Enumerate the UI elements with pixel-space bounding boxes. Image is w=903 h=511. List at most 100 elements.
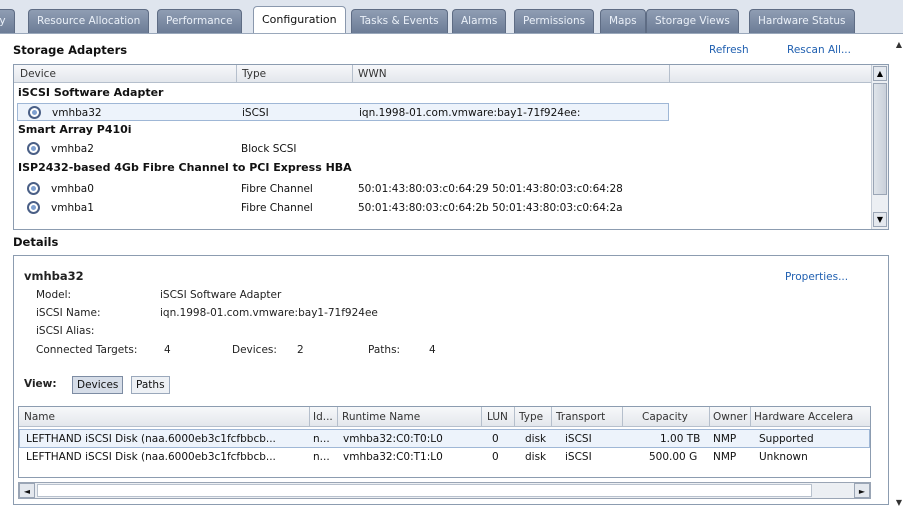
adapter-row-vmhba0[interactable]: vmhba0 Fibre Channel 50:01:43:80:03:c0:6…	[14, 180, 872, 198]
device-lun: 0	[492, 433, 499, 445]
adapter-device: vmhba0	[51, 183, 94, 195]
scroll-up-icon[interactable]: ▲	[873, 66, 887, 81]
col-lun[interactable]: LUN	[487, 411, 508, 423]
connected-targets-label: Connected Targets:	[36, 344, 138, 356]
devices-column-header: Name Id... Runtime Name LUN Type Transpo…	[19, 407, 870, 427]
device-owner: NMP	[713, 451, 737, 463]
tab-resource-allocation[interactable]: Resource Allocation	[28, 9, 150, 33]
view-label: View:	[24, 378, 57, 390]
tab-maps[interactable]: Maps	[600, 9, 646, 33]
devices-label: Devices:	[232, 344, 277, 356]
refresh-link[interactable]: Refresh	[709, 44, 749, 56]
col-id[interactable]: Id...	[313, 411, 333, 423]
col-wwn[interactable]: WWN	[358, 68, 387, 80]
device-name: LEFTHAND iSCSI Disk (naa.6000eb3c1fcfbbc…	[26, 433, 276, 445]
adapter-type: Fibre Channel	[241, 183, 313, 195]
device-hardware-acceleration: Unknown	[759, 451, 808, 463]
col-hardware-acceleration[interactable]: Hardware Accelera	[754, 411, 853, 423]
adapter-type: iSCSI	[242, 107, 269, 119]
tab-summary[interactable]: ry	[0, 9, 15, 33]
device-type: disk	[525, 451, 547, 463]
view-paths-button[interactable]: Paths	[131, 376, 170, 394]
tab-tasks-events[interactable]: Tasks & Events	[351, 9, 448, 33]
storage-adapters-list: Device Type WWN iSCSI Software Adapter v…	[13, 64, 889, 230]
adapter-icon	[27, 201, 40, 214]
scroll-thumb[interactable]	[37, 484, 812, 497]
adapter-group-fibre-channel: ISP2432-based 4Gb Fibre Channel to PCI E…	[18, 161, 352, 174]
col-type[interactable]: Type	[519, 411, 543, 423]
scroll-thumb[interactable]	[873, 83, 887, 195]
device-transport: iSCSI	[565, 433, 592, 445]
device-lun: 0	[492, 451, 499, 463]
details-adapter-name: vmhba32	[24, 269, 84, 283]
scroll-right-icon[interactable]: ►	[854, 483, 870, 498]
col-type[interactable]: Type	[242, 68, 266, 80]
adapter-wwn: iqn.1998-01.com.vmware:bay1-71f924ee:	[359, 107, 581, 119]
tab-hardware-status[interactable]: Hardware Status	[749, 9, 855, 33]
device-row[interactable]: LEFTHAND iSCSI Disk (naa.6000eb3c1fcfbbc…	[19, 448, 870, 467]
adapter-icon	[27, 182, 40, 195]
adapter-type: Block SCSI	[241, 143, 297, 155]
paths-label: Paths:	[368, 344, 401, 356]
devices-table: Name Id... Runtime Name LUN Type Transpo…	[18, 406, 871, 478]
storage-adapters-title: Storage Adapters	[13, 43, 128, 57]
devices-value: 2	[297, 344, 304, 356]
iscsi-alias-label: iSCSI Alias:	[36, 325, 95, 337]
tab-performance[interactable]: Performance	[157, 9, 242, 33]
device-type: disk	[525, 433, 547, 445]
adapter-row-vmhba1[interactable]: vmhba1 Fibre Channel 50:01:43:80:03:c0:6…	[14, 199, 872, 217]
tab-configuration[interactable]: Configuration	[253, 6, 346, 33]
details-panel: vmhba32 Properties... Model: iSCSI Softw…	[13, 255, 889, 505]
adapter-device: vmhba2	[51, 143, 94, 155]
iscsi-name-label: iSCSI Name:	[36, 307, 101, 319]
connected-targets-value: 4	[164, 344, 171, 356]
scroll-left-icon[interactable]: ◄	[19, 483, 35, 498]
device-runtime-name: vmhba32:C0:T0:L0	[343, 433, 443, 445]
adapter-group-smart-array: Smart Array P410i	[18, 123, 132, 136]
tab-permissions[interactable]: Permissions	[514, 9, 595, 33]
col-transport[interactable]: Transport	[556, 411, 605, 423]
adapter-device: vmhba32	[52, 107, 102, 119]
rescan-all-link[interactable]: Rescan All...	[787, 44, 851, 56]
device-id: n...	[313, 451, 330, 463]
paths-value: 4	[429, 344, 436, 356]
device-name: LEFTHAND iSCSI Disk (naa.6000eb3c1fcfbbc…	[26, 451, 276, 463]
iscsi-name-value: iqn.1998-01.com.vmware:bay1-71f924ee	[160, 307, 378, 319]
adapter-wwn: 50:01:43:80:03:c0:64:2b 50:01:43:80:03:c…	[358, 202, 623, 214]
adapter-type: Fibre Channel	[241, 202, 313, 214]
scroll-down-icon[interactable]: ▼	[873, 212, 887, 227]
device-transport: iSCSI	[565, 451, 592, 463]
adapter-row-vmhba2[interactable]: vmhba2 Block SCSI	[14, 140, 872, 158]
device-capacity: 500.00 G	[649, 451, 698, 463]
tab-storage-views[interactable]: Storage Views	[646, 9, 739, 33]
view-devices-button[interactable]: Devices	[72, 376, 124, 394]
col-owner[interactable]: Owner	[713, 411, 747, 423]
adapter-row-vmhba32[interactable]: vmhba32 iSCSI iqn.1998-01.com.vmware:bay…	[17, 103, 669, 121]
model-label: Model:	[36, 289, 72, 301]
devices-horizontal-scrollbar[interactable]: ◄ ►	[18, 482, 871, 499]
device-owner: NMP	[713, 433, 737, 445]
panel-scroll-up-icon[interactable]: ▲	[896, 40, 902, 49]
adapter-group-iscsi: iSCSI Software Adapter	[18, 86, 164, 99]
adapter-icon	[27, 142, 40, 155]
col-name[interactable]: Name	[24, 411, 55, 423]
col-device[interactable]: Device	[20, 68, 56, 80]
col-runtime-name[interactable]: Runtime Name	[342, 411, 420, 423]
adapters-vertical-scrollbar[interactable]: ▲ ▼	[871, 65, 888, 229]
col-capacity[interactable]: Capacity	[642, 411, 688, 423]
properties-link[interactable]: Properties...	[785, 271, 848, 283]
adapter-device: vmhba1	[51, 202, 94, 214]
device-row[interactable]: LEFTHAND iSCSI Disk (naa.6000eb3c1fcfbbc…	[19, 429, 870, 448]
adapter-icon	[28, 106, 41, 119]
device-capacity: 1.00 TB	[660, 433, 701, 445]
adapter-wwn: 50:01:43:80:03:c0:64:29 50:01:43:80:03:c…	[358, 183, 623, 195]
details-title: Details	[13, 235, 59, 249]
model-value: iSCSI Software Adapter	[160, 289, 282, 301]
tab-alarms[interactable]: Alarms	[452, 9, 507, 33]
tab-strip: ry Resource Allocation Performance Confi…	[0, 0, 903, 34]
device-runtime-name: vmhba32:C0:T1:L0	[343, 451, 443, 463]
panel-scroll-down-icon[interactable]: ▼	[896, 498, 902, 507]
device-id: n...	[313, 433, 330, 445]
adapters-column-header: Device Type WWN	[14, 65, 872, 83]
device-hardware-acceleration: Supported	[759, 433, 814, 445]
